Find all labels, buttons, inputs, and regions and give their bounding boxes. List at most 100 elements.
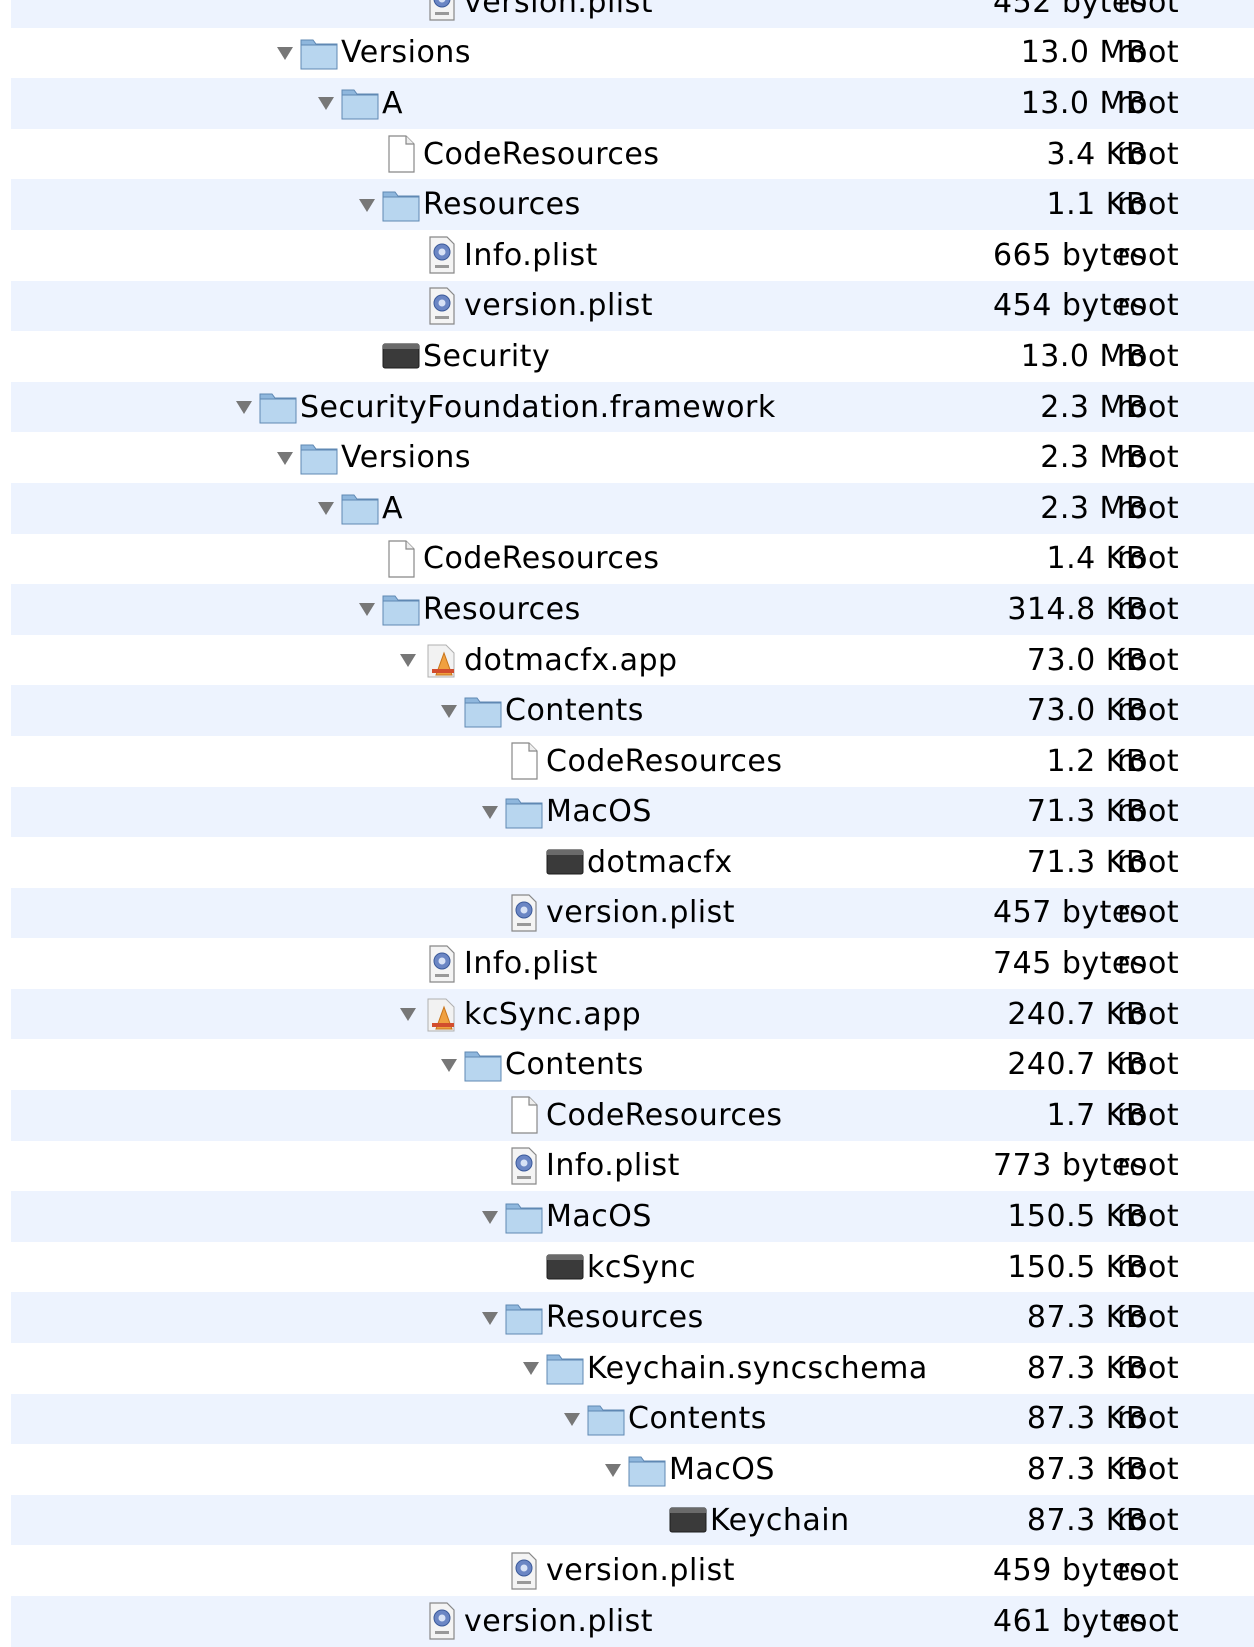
table-row[interactable]: MacOS 87.3 KB root xyxy=(11,1444,1254,1495)
file-owner: root xyxy=(1117,1452,1180,1488)
disclosure-triangle-icon[interactable] xyxy=(274,42,296,64)
name-cell: CodeResources xyxy=(356,129,660,180)
table-row[interactable]: Info.plist 745 bytes root xyxy=(11,938,1254,989)
name-cell: Keychain xyxy=(643,1495,850,1546)
table-row[interactable]: Keychain 87.3 KB root xyxy=(11,1494,1254,1546)
folder-icon xyxy=(298,438,340,478)
table-row[interactable]: Security 13.0 MB root xyxy=(11,331,1254,382)
document-icon xyxy=(380,539,422,579)
file-owner: root xyxy=(1117,187,1180,223)
name-cell: Security xyxy=(356,331,550,382)
file-owner: root xyxy=(1117,895,1180,931)
disclosure-triangle-icon[interactable] xyxy=(438,700,460,722)
table-row[interactable]: version.plist 461 bytes root xyxy=(11,1596,1254,1647)
application-icon xyxy=(421,994,463,1034)
table-row[interactable]: Keychain.syncschema 87.3 KB root xyxy=(11,1343,1254,1394)
plist-icon xyxy=(503,893,545,933)
disclosure-triangle-icon[interactable] xyxy=(479,801,501,823)
file-owner: root xyxy=(1117,844,1180,880)
file-owner: root xyxy=(1117,1350,1180,1386)
table-row[interactable]: kcSync.app 240.7 KB root xyxy=(11,988,1254,1040)
table-row[interactable]: CodeResources 1.2 KB root xyxy=(11,735,1254,787)
table-row[interactable]: A 13.0 MB root xyxy=(11,78,1254,129)
table-row[interactable]: version.plist 452 bytes root xyxy=(11,0,1254,28)
table-row[interactable]: Resources 87.3 KB root xyxy=(11,1292,1254,1344)
file-owner: root xyxy=(1117,1047,1180,1083)
name-cell: CodeResources xyxy=(479,1090,783,1141)
table-row[interactable]: CodeResources 1.7 KB root xyxy=(11,1090,1254,1141)
file-owner: root xyxy=(1117,693,1180,729)
table-row[interactable]: MacOS 150.5 KB root xyxy=(11,1191,1254,1242)
file-name: version.plist xyxy=(546,1553,736,1589)
file-name: MacOS xyxy=(546,1199,652,1235)
disclosure-triangle-icon[interactable] xyxy=(315,497,337,519)
disclosure-triangle-icon[interactable] xyxy=(315,92,337,114)
table-row[interactable]: version.plist 457 bytes root xyxy=(11,887,1254,939)
disclosure-triangle-icon[interactable] xyxy=(356,194,378,216)
folder-icon xyxy=(503,792,545,832)
file-owner: root xyxy=(1117,1249,1180,1285)
file-owner: root xyxy=(1117,1300,1180,1336)
file-owner: root xyxy=(1117,794,1180,830)
file-name: MacOS xyxy=(669,1452,775,1488)
disclosure-triangle-icon[interactable] xyxy=(479,1206,501,1228)
table-row[interactable]: version.plist 459 bytes root xyxy=(11,1545,1254,1596)
table-row[interactable]: dotmacfx 71.3 KB root xyxy=(11,837,1254,888)
application-icon xyxy=(421,640,463,680)
name-cell: version.plist xyxy=(479,888,735,939)
table-row[interactable]: MacOS 71.3 KB root xyxy=(11,786,1254,838)
file-owner: root xyxy=(1117,85,1180,121)
disclosure-triangle-icon[interactable] xyxy=(602,1459,624,1481)
file-name: Info.plist xyxy=(464,946,598,982)
file-name: CodeResources xyxy=(546,743,783,779)
file-owner: root xyxy=(1117,1401,1180,1437)
table-row[interactable]: dotmacfx.app 73.0 KB root xyxy=(11,634,1254,686)
table-row[interactable]: CodeResources 1.4 KB root xyxy=(11,533,1254,585)
table-row[interactable]: Contents 73.0 KB root xyxy=(11,685,1254,736)
file-owner: root xyxy=(1117,440,1180,476)
disclosure-triangle-icon[interactable] xyxy=(274,447,296,469)
table-row[interactable]: Resources 314.8 KB root xyxy=(11,584,1254,635)
folder-icon xyxy=(257,387,299,427)
table-row[interactable]: A 2.3 MB root xyxy=(11,482,1254,534)
table-row[interactable]: Info.plist 665 bytes root xyxy=(11,229,1254,281)
disclosure-triangle-icon[interactable] xyxy=(479,1307,501,1329)
table-row[interactable]: Resources 1.1 KB root xyxy=(11,179,1254,230)
table-row[interactable]: kcSync 150.5 KB root xyxy=(11,1241,1254,1293)
plist-icon xyxy=(421,944,463,984)
disclosure-triangle-icon[interactable] xyxy=(438,1054,460,1076)
file-name: Info.plist xyxy=(464,237,598,273)
disclosure-triangle-icon[interactable] xyxy=(397,649,419,671)
file-name: kcSync.app xyxy=(464,996,642,1032)
file-name: Keychain xyxy=(710,1502,850,1538)
table-row[interactable]: Contents 240.7 KB root xyxy=(11,1039,1254,1091)
file-owner: root xyxy=(1117,591,1180,627)
folder-icon xyxy=(462,691,504,731)
folder-icon xyxy=(298,33,340,73)
disclosure-triangle-icon[interactable] xyxy=(233,396,255,418)
folder-icon xyxy=(503,1298,545,1338)
table-row[interactable]: Info.plist 773 bytes root xyxy=(11,1140,1254,1192)
name-cell: kcSync.app xyxy=(397,989,641,1040)
table-row[interactable]: Versions 2.3 MB root xyxy=(11,432,1254,483)
folder-icon xyxy=(380,185,422,225)
file-owner: root xyxy=(1117,288,1180,324)
file-owner: root xyxy=(1117,1553,1180,1589)
table-row[interactable]: Contents 87.3 KB root xyxy=(11,1393,1254,1445)
file-owner: root xyxy=(1117,237,1180,273)
file-owner: root xyxy=(1117,389,1180,425)
disclosure-triangle-icon[interactable] xyxy=(520,1357,542,1379)
file-name: dotmacfx xyxy=(587,844,733,880)
file-name: Security xyxy=(423,338,551,374)
table-row[interactable]: CodeResources 3.4 KB root xyxy=(11,128,1254,180)
disclosure-triangle-icon[interactable] xyxy=(561,1408,583,1430)
disclosure-triangle-icon[interactable] xyxy=(356,598,378,620)
table-row[interactable]: version.plist 454 bytes root xyxy=(11,280,1254,332)
name-cell: version.plist xyxy=(397,1596,653,1647)
document-icon xyxy=(380,134,422,174)
table-row[interactable]: Versions 13.0 MB root xyxy=(11,27,1254,79)
file-owner: root xyxy=(1117,35,1180,71)
disclosure-triangle-icon[interactable] xyxy=(397,1003,419,1025)
table-row[interactable]: SecurityFoundation.framework 2.3 MB root xyxy=(11,381,1254,433)
name-cell: Resources xyxy=(356,179,581,230)
